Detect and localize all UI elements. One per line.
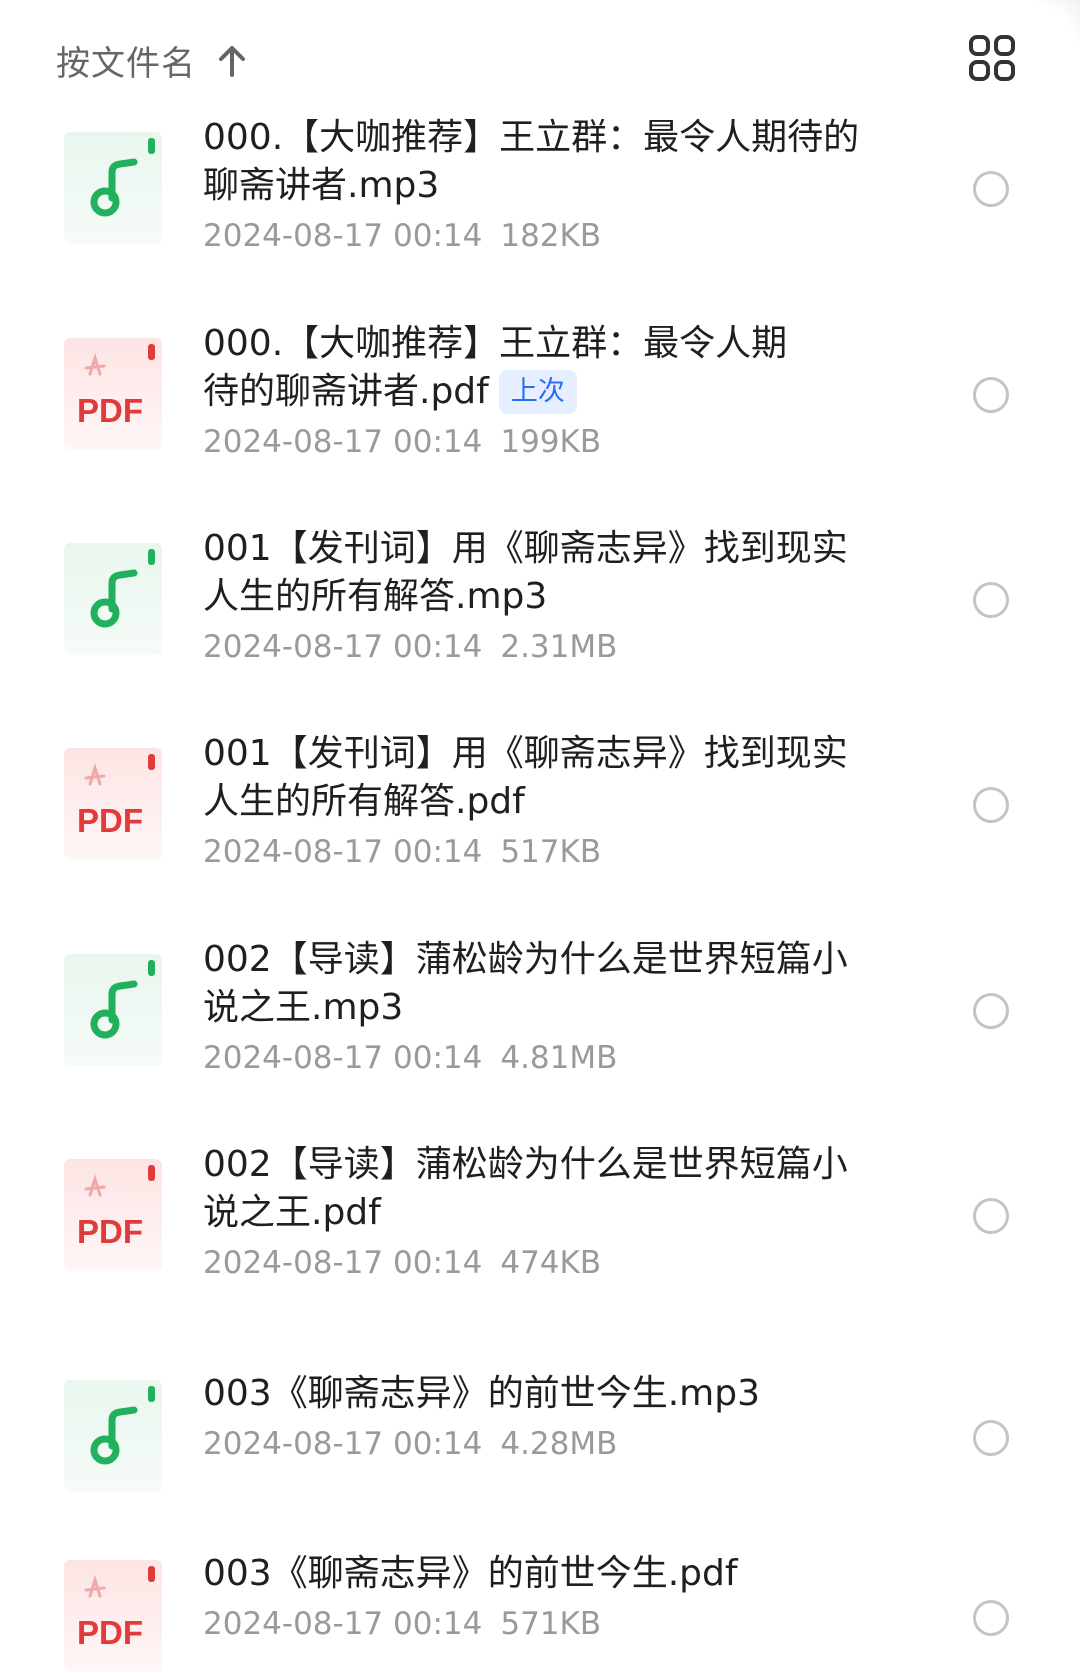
- file-meta: 2024-08-17 00:14 2.31MB: [203, 627, 903, 667]
- file-date: 2024-08-17 00:14: [203, 1245, 483, 1281]
- select-radio[interactable]: [973, 171, 1009, 207]
- last-opened-badge: 上次: [498, 370, 577, 414]
- pdf-label: PDF: [77, 1614, 143, 1651]
- file-name-text: 人生的所有解答.pdf: [203, 781, 525, 822]
- file-info: 000.【大咖推荐】王立群：最令人期 待的聊斋讲者.pdf 上次 2024-08-17…: [203, 320, 903, 462]
- select-radio[interactable]: [973, 377, 1009, 413]
- file-date: 2024-08-17 00:14: [203, 834, 483, 870]
- file-name-line: 待的聊斋讲者.pdf 上次: [203, 368, 903, 416]
- file-size: 4.81MB: [500, 1040, 618, 1076]
- pdf-file-icon: PDF: [64, 338, 162, 450]
- file-name: 003《聊斋志异》的前世今生.pdf: [203, 1550, 903, 1598]
- file-name-line: 003《聊斋志异》的前世今生.mp3: [203, 1373, 760, 1414]
- file-meta: 2024-08-17 00:14 474KB: [203, 1243, 903, 1283]
- file-size: 571KB: [500, 1606, 602, 1642]
- file-name: 002【导读】蒲松龄为什么是世界短篇小 说之王.pdf: [203, 1141, 903, 1237]
- file-meta: 2024-08-17 00:14 199KB: [203, 422, 903, 462]
- file-name-line: 人生的所有解答.mp3: [203, 573, 903, 621]
- pdf-label: PDF: [77, 1213, 143, 1250]
- file-date: 2024-08-17 00:14: [203, 1426, 483, 1462]
- select-radio[interactable]: [973, 582, 1009, 618]
- file-info: 001【发刊词】用《聊斋志异》找到现实 人生的所有解答.pdf 2024-08-17…: [203, 730, 903, 872]
- file-meta: 2024-08-17 00:14 4.28MB: [203, 1424, 903, 1464]
- file-size: 517KB: [500, 834, 602, 870]
- file-meta: 2024-08-17 00:14 571KB: [203, 1604, 903, 1644]
- file-info: 000.【大咖推荐】王立群：最令人期待的 聊斋讲者.mp3 2024-08-17 0…: [203, 114, 903, 256]
- file-name-text: 人生的所有解答.mp3: [203, 576, 548, 617]
- file-name-text: 说之王.pdf: [203, 1192, 381, 1233]
- file-name: 001【发刊词】用《聊斋志异》找到现实 人生的所有解答.mp3: [203, 525, 903, 621]
- file-date: 2024-08-17 00:14: [203, 1040, 483, 1076]
- pdf-label: PDF: [77, 392, 143, 429]
- file-size: 199KB: [500, 424, 602, 460]
- pdf-file-icon: PDF: [64, 1159, 162, 1271]
- music-note-icon: [64, 543, 162, 655]
- file-name-line: 002【导读】蒲松龄为什么是世界短篇小: [203, 1144, 848, 1185]
- file-info: 001【发刊词】用《聊斋志异》找到现实 人生的所有解答.mp3 2024-08-17…: [203, 525, 903, 667]
- grid-view-icon[interactable]: [968, 34, 1020, 86]
- music-note-icon: [64, 132, 162, 244]
- select-radio[interactable]: [973, 993, 1009, 1029]
- file-meta: 2024-08-17 00:14 517KB: [203, 832, 903, 872]
- music-note-icon: [64, 1380, 162, 1492]
- file-name-text: 待的聊斋讲者.pdf: [203, 371, 489, 412]
- file-browser: 按文件名 000.【大咖推荐】王立群：最令人期待的 聊斋讲者.mp3 2024-08…: [0, 0, 1080, 1673]
- file-name-line: 聊斋讲者.mp3: [203, 162, 903, 210]
- file-info: 002【导读】蒲松龄为什么是世界短篇小 说之王.pdf 2024-08-17 00:…: [203, 1141, 903, 1283]
- file-name: 000.【大咖推荐】王立群：最令人期 待的聊斋讲者.pdf 上次: [203, 320, 903, 416]
- file-size: 4.28MB: [500, 1426, 618, 1462]
- file-name-line: 000.【大咖推荐】王立群：最令人期: [203, 323, 788, 364]
- file-name-line: 001【发刊词】用《聊斋志异》找到现实: [203, 733, 848, 774]
- file-name-line: 001【发刊词】用《聊斋志异》找到现实: [203, 528, 848, 569]
- file-name-line: 人生的所有解答.pdf: [203, 778, 903, 826]
- file-name-text: 说之王.mp3: [203, 987, 404, 1028]
- select-radio[interactable]: [973, 1600, 1009, 1636]
- file-name-line: 003《聊斋志异》的前世今生.pdf: [203, 1553, 738, 1594]
- file-name-line: 000.【大咖推荐】王立群：最令人期待的: [203, 117, 860, 158]
- file-date: 2024-08-17 00:14: [203, 424, 483, 460]
- file-meta: 2024-08-17 00:14 182KB: [203, 216, 903, 256]
- select-radio[interactable]: [973, 787, 1009, 823]
- arrow-up-icon: [218, 45, 246, 77]
- file-size: 2.31MB: [500, 629, 618, 665]
- pdf-file-icon: PDF: [64, 1560, 162, 1672]
- file-name-line: 说之王.pdf: [203, 1189, 903, 1237]
- music-note-icon: [64, 954, 162, 1066]
- file-date: 2024-08-17 00:14: [203, 1606, 483, 1642]
- file-name: 002【导读】蒲松龄为什么是世界短篇小 说之王.mp3: [203, 936, 903, 1032]
- file-name-line: 002【导读】蒲松龄为什么是世界短篇小: [203, 939, 848, 980]
- select-radio[interactable]: [973, 1420, 1009, 1456]
- file-name: 003《聊斋志异》的前世今生.mp3: [203, 1370, 903, 1418]
- file-name: 001【发刊词】用《聊斋志异》找到现实 人生的所有解答.pdf: [203, 730, 903, 826]
- sort-by-name-button[interactable]: 按文件名: [56, 36, 246, 85]
- file-name-text: 聊斋讲者.mp3: [203, 165, 440, 206]
- pdf-file-icon: PDF: [64, 748, 162, 860]
- file-meta: 2024-08-17 00:14 4.81MB: [203, 1038, 903, 1078]
- list-header: 按文件名: [0, 0, 1080, 120]
- file-name-line: 说之王.mp3: [203, 984, 903, 1032]
- sort-label: 按文件名: [56, 44, 196, 84]
- file-info: 002【导读】蒲松龄为什么是世界短篇小 说之王.mp3 2024-08-17 00:…: [203, 936, 903, 1078]
- file-size: 474KB: [500, 1245, 602, 1281]
- pdf-label: PDF: [77, 802, 143, 839]
- file-info: 003《聊斋志异》的前世今生.pdf 2024-08-17 00:14 571KB: [203, 1550, 903, 1644]
- file-info: 003《聊斋志异》的前世今生.mp3 2024-08-17 00:14 4.28MB: [203, 1370, 903, 1464]
- select-radio[interactable]: [973, 1198, 1009, 1234]
- file-size: 182KB: [500, 218, 602, 254]
- file-date: 2024-08-17 00:14: [203, 629, 483, 665]
- file-date: 2024-08-17 00:14: [203, 218, 483, 254]
- file-name: 000.【大咖推荐】王立群：最令人期待的 聊斋讲者.mp3: [203, 114, 903, 210]
